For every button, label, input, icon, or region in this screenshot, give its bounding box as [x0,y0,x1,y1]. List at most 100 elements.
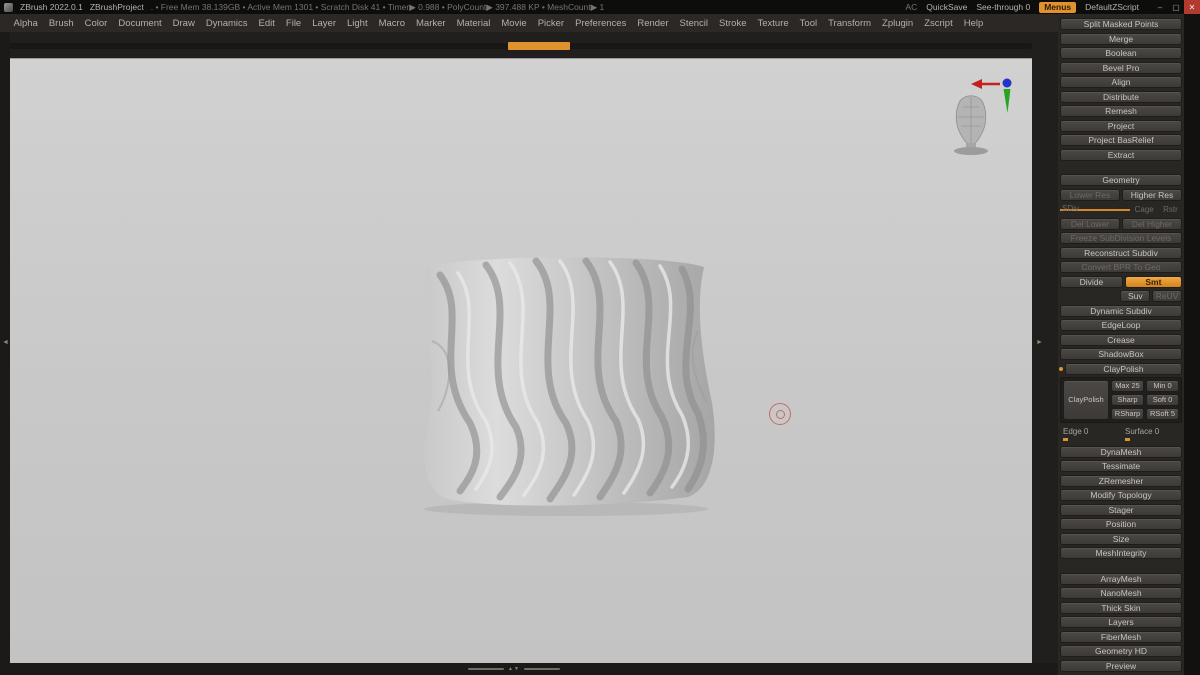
button-claypolish[interactable]: ClayPolish [1063,380,1109,420]
section-preview[interactable]: Preview [1060,659,1182,672]
toggle-claypolish-sharp[interactable]: Sharp [1111,394,1144,406]
section-position[interactable]: Position [1060,518,1182,530]
button-rstr[interactable]: Rstr [1159,205,1182,214]
button-split-masked-points[interactable]: Split Masked Points [1060,18,1182,30]
button-del-lower[interactable]: Del Lower [1060,217,1120,230]
button-del-higher[interactable]: Del Higher [1122,217,1182,230]
menu-item-zplugin[interactable]: Zplugin [877,16,919,31]
left-tray-handle-icon[interactable]: ◄ [2,339,9,346]
menu-item-picker[interactable]: Picker [532,16,569,31]
section-tessimate[interactable]: Tessimate [1060,460,1182,472]
menu-item-movie[interactable]: Movie [496,16,532,31]
menu-item-render[interactable]: Render [632,16,674,31]
menu-item-document[interactable]: Document [113,16,167,31]
button-convert-bpr-to-geo[interactable]: Convert BPR To Geo [1060,261,1182,273]
button-freeze-subdivision-levels[interactable]: Freeze SubDivision Levels [1060,232,1182,244]
menu-item-layer[interactable]: Layer [307,16,342,31]
axis-gizmo[interactable] [970,75,1016,115]
section-arraymesh[interactable]: ArrayMesh [1060,572,1182,585]
menu-item-texture[interactable]: Texture [752,16,794,31]
default-zscript-button[interactable]: DefaultZScript [1085,2,1139,12]
section-dynamesh[interactable]: DynaMesh [1060,445,1182,458]
section-layers[interactable]: Layers [1060,616,1182,628]
right-tray-handle-icon[interactable]: ► [1036,339,1043,346]
section-claypolish[interactable]: ClayPolish [1065,362,1182,375]
menu-item-preferences[interactable]: Preferences [570,16,632,31]
menu-item-draw[interactable]: Draw [167,16,200,31]
menu-item-alpha[interactable]: Alpha [8,16,43,31]
menu-item-color[interactable]: Color [79,16,113,31]
slider-edge[interactable]: Edge 0 [1060,426,1120,443]
button-reconstruct-subdiv[interactable]: Reconstruct Subdiv [1060,246,1182,259]
slider-surface[interactable]: Surface 0 [1122,426,1182,443]
document-canvas[interactable] [10,58,1032,663]
section-nanomesh[interactable]: NanoMesh [1060,587,1182,599]
button-merge[interactable]: Merge [1060,32,1182,45]
scrollbar-line-right[interactable] [523,668,560,670]
menu-item-stroke[interactable]: Stroke [714,16,752,31]
menu-item-marker[interactable]: Marker [411,16,452,31]
section-geometry-hd[interactable]: Geometry HD [1060,645,1182,657]
bottom-scrollbar[interactable]: ▲▼ [468,666,560,672]
menu-item-material[interactable]: Material [451,16,496,31]
menu-item-transform[interactable]: Transform [823,16,877,31]
slider-claypolish-soft[interactable]: Soft 0 [1146,394,1179,406]
button-higher-res[interactable]: Higher Res [1122,188,1182,201]
section-thick-skin[interactable]: Thick Skin [1060,601,1182,614]
see-through-slider[interactable]: See-through 0 [976,2,1030,12]
menu-item-brush[interactable]: Brush [43,16,79,31]
scroll-arrows-icon[interactable]: ▲▼ [508,666,520,672]
menu-item-zscript[interactable]: Zscript [919,16,959,31]
section-edgeloop[interactable]: EdgeLoop [1060,319,1182,331]
menu-item-help[interactable]: Help [958,16,989,31]
menu-item-macro[interactable]: Macro [373,16,410,31]
button-project[interactable]: Project [1060,119,1182,132]
menu-item-edit[interactable]: Edit [253,16,280,31]
section-zremesher[interactable]: ZRemesher [1060,474,1182,487]
section-shadowbox[interactable]: ShadowBox [1060,348,1182,360]
project-name[interactable]: ZBrushProject [90,2,144,12]
slider-surface-thumb[interactable] [1125,438,1130,441]
sculpt-mesh[interactable] [398,251,734,519]
section-fibermesh[interactable]: FiberMesh [1060,630,1182,643]
button-distribute[interactable]: Distribute [1060,90,1182,103]
quicksave-button[interactable]: QuickSave [926,2,967,12]
button-divide[interactable]: Divide [1060,275,1123,288]
slider-claypolish-min[interactable]: Min 0 [1146,380,1179,392]
slider-edge-thumb[interactable] [1063,438,1068,441]
menu-item-file[interactable]: File [280,16,306,31]
button-remesh[interactable]: Remesh [1060,105,1182,117]
button-boolean[interactable]: Boolean [1060,47,1182,59]
slider-claypolish-max[interactable]: Max 25 [1111,380,1144,392]
button-bevel-pro[interactable]: Bevel Pro [1060,61,1182,74]
menus-button[interactable]: Menus [1039,1,1077,13]
toggle-suv[interactable]: Suv [1120,290,1151,302]
button-lower-res[interactable]: Lower Res [1060,188,1120,201]
menu-item-tool[interactable]: Tool [794,16,822,31]
close-button[interactable]: ✕ [1184,0,1200,14]
sdiv-slider[interactable]: SDiv [1060,203,1130,215]
section-meshintegrity[interactable]: MeshIntegrity [1060,547,1182,559]
minimize-button[interactable]: – [1152,0,1168,14]
menu-item-light[interactable]: Light [341,16,373,31]
canvas-horizontal-scrollbar[interactable] [10,42,1032,50]
slider-claypolish-rsoft[interactable]: RSoft 5 [1146,408,1179,420]
canvas-horizontal-scrollbar-thumb[interactable] [508,42,570,50]
section-size[interactable]: Size [1060,532,1182,545]
button-align[interactable]: Align [1060,76,1182,88]
button-project-basrelief[interactable]: Project BasRelief [1060,134,1182,146]
toggle-smt[interactable]: Smt [1124,275,1182,288]
button-cage[interactable]: Cage [1133,205,1156,214]
section-crease[interactable]: Crease [1060,333,1182,346]
menu-item-dynamics[interactable]: Dynamics [200,16,253,31]
button-extract[interactable]: Extract [1060,148,1182,161]
menu-item-stencil[interactable]: Stencil [674,16,714,31]
section-dynamic-subdiv[interactable]: Dynamic Subdiv [1060,304,1182,317]
toggle-reuv[interactable]: ReUV [1152,290,1183,302]
maximize-button[interactable]: ▢ [1168,0,1184,14]
section-stager[interactable]: Stager [1060,503,1182,516]
geometry-section-header[interactable]: Geometry [1060,174,1182,186]
section-modify-topology[interactable]: Modify Topology [1060,489,1182,501]
toggle-claypolish-rsharp[interactable]: RSharp [1111,408,1144,420]
scrollbar-line-left[interactable] [468,668,504,670]
